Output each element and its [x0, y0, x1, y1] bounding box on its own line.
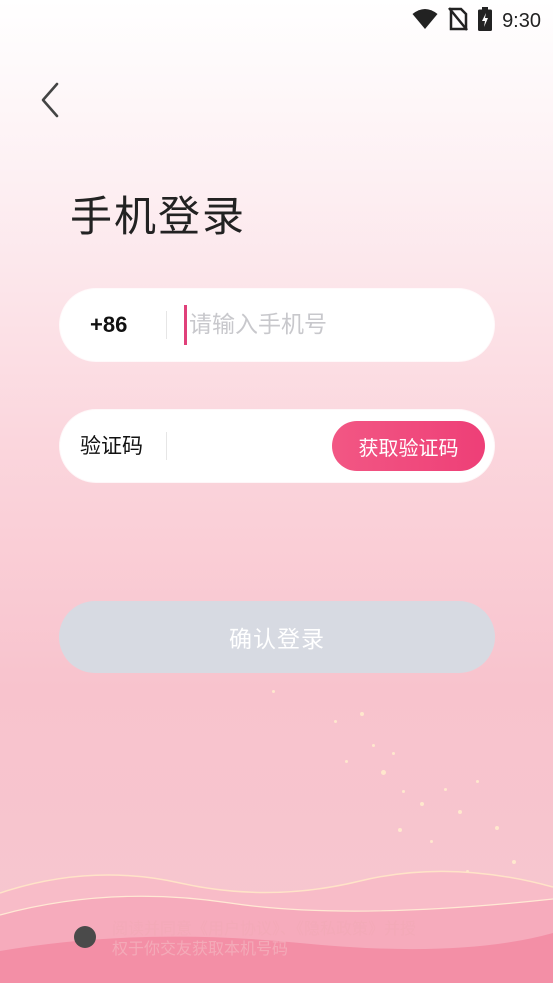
status-icons: 9:30 [412, 7, 541, 35]
field-divider [166, 311, 167, 339]
wifi-icon [412, 8, 438, 34]
verification-code-input[interactable] [184, 426, 324, 466]
status-bar: 9:30 [0, 0, 553, 40]
back-button[interactable] [30, 82, 70, 122]
no-sim-icon [448, 7, 469, 35]
agreement-radio[interactable] [74, 926, 96, 948]
agreement-text-line1[interactable]: 阅读并同意《用户协议》、《隐私政策》并授 [112, 919, 416, 938]
status-time: 9:30 [502, 9, 541, 32]
verification-code-field: 验证码 获取验证码 [60, 410, 494, 482]
agreement-text-line2: 权于你交友获取本机号码 [112, 939, 289, 958]
chevron-left-icon [39, 82, 61, 122]
verification-code-label: 验证码 [80, 434, 143, 458]
battery-charging-icon [478, 7, 493, 35]
confirm-login-button[interactable]: 确认登录 [59, 601, 495, 673]
field-divider [166, 432, 167, 460]
get-code-button[interactable]: 获取验证码 [332, 421, 485, 471]
country-code[interactable]: +86 [90, 289, 127, 361]
phone-field: +86 [60, 289, 494, 361]
agreement-text: 阅读并同意《用户协议》、《隐私政策》并授 权于你交友获取本机号码 [112, 919, 492, 959]
phone-input[interactable] [184, 305, 474, 345]
page-title: 手机登录 [70, 192, 247, 241]
